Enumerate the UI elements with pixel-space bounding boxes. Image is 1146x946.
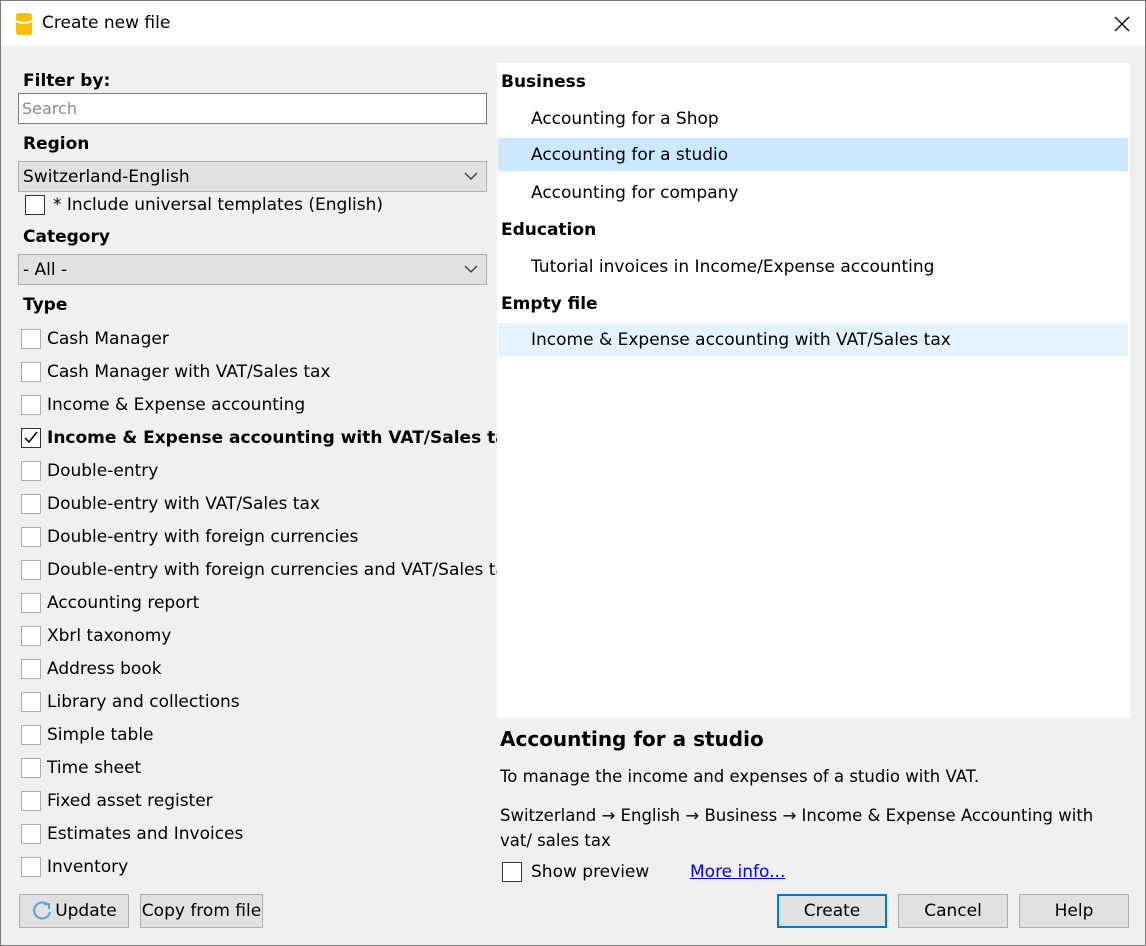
- type-checkbox[interactable]: [21, 329, 41, 349]
- refresh-icon: [33, 901, 52, 920]
- type-checkbox[interactable]: [21, 362, 41, 382]
- type-item-label: Double-entry with foreign currencies and…: [47, 560, 516, 580]
- type-checkbox[interactable]: [21, 758, 41, 778]
- template-item-label: Income & Expense accounting with VAT/Sal…: [531, 329, 951, 350]
- help-button[interactable]: Help: [1019, 894, 1129, 928]
- chevron-down-icon: [464, 265, 478, 273]
- type-item-label: Double-entry with foreign currencies: [47, 527, 359, 547]
- update-button-label: Update: [55, 901, 117, 921]
- type-item-label: Accounting report: [47, 593, 200, 613]
- template-list[interactable]: Business Accounting for a Shop Accountin…: [497, 63, 1130, 718]
- type-checkbox[interactable]: [21, 494, 41, 514]
- type-item-label: Time sheet: [47, 758, 142, 778]
- category-dropdown[interactable]: - All -: [18, 254, 487, 285]
- type-item-label: Income & Expense accounting: [47, 395, 306, 415]
- create-button-label: Create: [803, 901, 861, 921]
- detail-title: Accounting for a studio: [500, 727, 764, 751]
- type-checkbox[interactable]: [21, 560, 41, 580]
- template-item-empty-income-expense-vat[interactable]: Income & Expense accounting with VAT/Sal…: [498, 323, 1128, 356]
- cancel-button[interactable]: Cancel: [898, 894, 1008, 928]
- template-item-company[interactable]: Accounting for company: [498, 176, 1128, 209]
- type-label: Type: [23, 295, 68, 315]
- template-item-studio[interactable]: Accounting for a studio: [498, 138, 1128, 171]
- template-item-label: Accounting for a studio: [531, 144, 729, 165]
- banana-app-icon: [15, 13, 33, 35]
- type-checkbox[interactable]: [21, 527, 41, 547]
- type-item-label: Cash Manager: [47, 329, 169, 349]
- category-label: Category: [23, 227, 110, 247]
- type-item-label: Income & Expense accounting with VAT/Sal…: [47, 428, 518, 448]
- type-checkbox[interactable]: [21, 725, 41, 745]
- type-item-label: Address book: [47, 659, 162, 679]
- close-button[interactable]: [1099, 1, 1145, 46]
- region-dropdown[interactable]: Switzerland-English: [18, 161, 487, 192]
- region-selected-value: Switzerland-English: [23, 166, 190, 187]
- type-checkbox[interactable]: [21, 461, 41, 481]
- type-item-label: Cash Manager with VAT/Sales tax: [47, 362, 331, 382]
- search-input[interactable]: [18, 93, 487, 124]
- type-item-label: Library and collections: [47, 692, 240, 712]
- type-item-label: Double-entry: [47, 461, 159, 481]
- template-item-label: Accounting for company: [531, 182, 739, 203]
- checkmark-icon: [24, 431, 38, 444]
- title-bar[interactable]: Create new file: [1, 1, 1145, 46]
- region-label: Region: [23, 134, 90, 154]
- group-header-business: Business: [501, 72, 586, 92]
- type-checkbox[interactable]: [21, 395, 41, 415]
- type-checkbox-checked[interactable]: [21, 428, 41, 448]
- cancel-button-label: Cancel: [924, 901, 982, 921]
- type-checkbox[interactable]: [21, 791, 41, 811]
- more-info-link[interactable]: More info...: [690, 862, 785, 882]
- type-item-label: Fixed asset register: [47, 791, 213, 811]
- group-header-empty-file: Empty file: [501, 294, 598, 314]
- detail-path: Switzerland → English → Business → Incom…: [500, 806, 1094, 850]
- window-title: Create new file: [42, 13, 171, 33]
- universal-templates-checkbox[interactable]: [25, 195, 45, 215]
- close-icon: [1114, 16, 1130, 31]
- type-checkbox[interactable]: [21, 692, 41, 712]
- filter-by-label: Filter by:: [23, 71, 111, 91]
- type-checkbox[interactable]: [21, 593, 41, 613]
- type-checkbox[interactable]: [21, 659, 41, 679]
- type-checkbox[interactable]: [21, 824, 41, 844]
- template-item-label: Tutorial invoices in Income/Expense acco…: [531, 256, 935, 277]
- copy-from-file-label: Copy from file: [141, 901, 262, 921]
- type-item-label: Double-entry with VAT/Sales tax: [47, 494, 320, 514]
- copy-from-file-button[interactable]: Copy from file: [140, 894, 263, 928]
- type-item-label: Xbrl taxonomy: [47, 626, 172, 646]
- type-item-label: Estimates and Invoices: [47, 824, 244, 844]
- template-item-label: Accounting for a Shop: [531, 108, 719, 129]
- show-preview-checkbox[interactable]: [502, 862, 522, 882]
- type-checkbox[interactable]: [21, 626, 41, 646]
- create-new-file-dialog: Create new file Filter by: Region Switze…: [0, 0, 1146, 946]
- template-item-tutorial-invoices[interactable]: Tutorial invoices in Income/Expense acco…: [498, 250, 1128, 283]
- universal-templates-label: * Include universal templates (English): [53, 195, 384, 215]
- show-preview-label: Show preview: [531, 862, 650, 882]
- template-item-shop[interactable]: Accounting for a Shop: [498, 102, 1128, 135]
- category-selected-value: - All -: [23, 259, 68, 280]
- type-checkbox[interactable]: [21, 857, 41, 877]
- update-button[interactable]: Update: [19, 894, 129, 928]
- chevron-down-icon: [464, 172, 478, 180]
- type-item-label: Inventory: [47, 857, 129, 877]
- help-button-label: Help: [1054, 901, 1094, 921]
- group-header-education: Education: [501, 220, 597, 240]
- create-button[interactable]: Create: [777, 894, 887, 928]
- type-item-label: Simple table: [47, 725, 154, 745]
- detail-description: To manage the income and expenses of a s…: [500, 767, 980, 786]
